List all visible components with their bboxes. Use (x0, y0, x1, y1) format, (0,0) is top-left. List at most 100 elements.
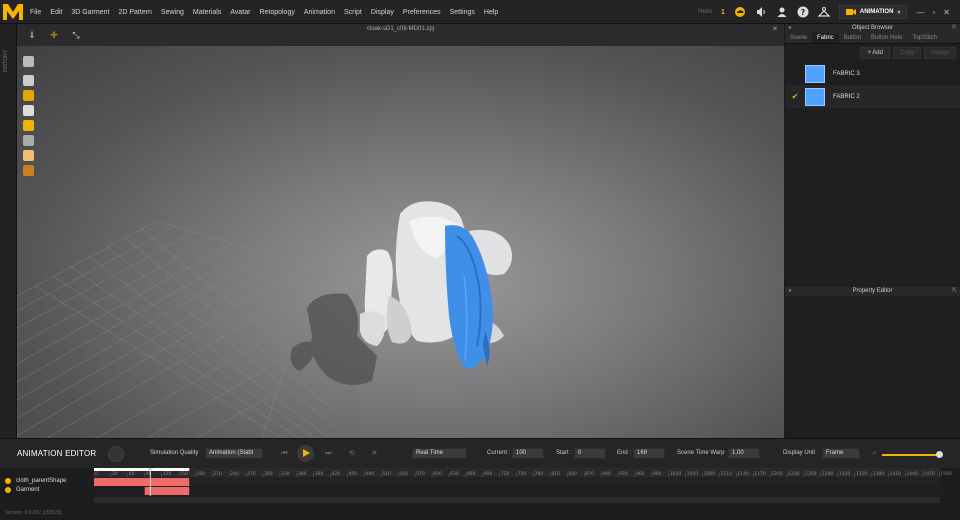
timeline-tick-label: 510 (382, 471, 391, 477)
pin-icon[interactable]: ◂ (788, 24, 791, 33)
timeline-tick-label: 1140 (737, 471, 749, 477)
avatar-tool-7-icon[interactable] (23, 150, 34, 161)
avatar-tool-6-icon[interactable] (23, 135, 34, 146)
timeline-tick-label: 150 (180, 471, 189, 477)
track-name: Garment (16, 487, 40, 493)
timeline-tick-label: 720 (501, 471, 510, 477)
timeline-tick-label: 1020 (670, 471, 682, 477)
close-icon[interactable]: ✕ (943, 8, 950, 17)
fabric-list-item[interactable]: FABRIC 3 (785, 62, 960, 85)
track-label[interactable]: cloth_parentShape (5, 478, 66, 484)
menu-item-avatar[interactable]: Avatar (230, 9, 250, 16)
avatar-tool-8-icon[interactable] (23, 165, 34, 176)
go-to-end-icon[interactable]: ⏭ (323, 448, 334, 459)
current-frame-input[interactable]: 100 (512, 448, 544, 459)
speaker-icon[interactable] (755, 6, 767, 18)
start-frame-input[interactable]: 0 (574, 448, 606, 459)
viewport-toolbar: cloak-sD1_c08-MD01.zpj ⇓ ✛ ⤡ ✕ (17, 24, 784, 46)
hanger-icon[interactable] (817, 6, 831, 18)
display-unit-select[interactable]: Frame (822, 448, 860, 459)
menu-item-settings[interactable]: Settings (450, 9, 475, 16)
timeline-tick-label: 1380 (873, 471, 885, 477)
maximize-icon[interactable]: ▫ (932, 8, 935, 17)
play-button[interactable] (297, 445, 314, 462)
timeline-tick-label: 1260 (805, 471, 817, 477)
pin-icon[interactable]: ◂ (788, 287, 791, 296)
track-label[interactable]: Garment (5, 487, 39, 493)
minimize-icon[interactable]: — (916, 8, 924, 17)
loop-icon[interactable]: ⟲ (346, 448, 357, 459)
end-frame-input[interactable]: 169 (633, 448, 665, 459)
chevron-down-icon: ▾ (897, 9, 901, 16)
history-label[interactable]: HISTORY (3, 50, 9, 72)
menu-item-3d-garment[interactable]: 3D Garment (71, 9, 109, 16)
avatar-tool-4-icon[interactable] (23, 105, 34, 116)
timeline-tick-label: 1080 (704, 471, 716, 477)
move-tool-icon[interactable]: ✛ (47, 29, 61, 41)
file-name: cloak-sD1_c08-MD01.zpj (366, 26, 435, 32)
mode-selector-button[interactable]: ANIMATION ▾ (838, 5, 908, 19)
end-frame-label: End : (617, 450, 632, 456)
track-dot-icon (5, 487, 11, 493)
menu-item-file[interactable]: File (30, 9, 41, 16)
tab-button-hole[interactable]: Button Hole (866, 33, 907, 43)
timeline-canvas[interactable]: 0 30 60 90 120 150 180 210 240 270 300 330 360 390 420… (0, 468, 960, 520)
avatar-tool-2-icon[interactable] (23, 75, 34, 86)
menu-item-display[interactable]: Display (371, 9, 394, 16)
clip-garment (144, 487, 190, 495)
go-to-start-icon[interactable]: ⏮ (279, 448, 290, 459)
fabric-list-item[interactable]: ✔ FABRIC 2 (785, 85, 960, 108)
timeline-scrollbar (94, 497, 940, 503)
cloud-icon[interactable] (734, 6, 746, 18)
time-warp-label: Scene Time Warp (677, 450, 725, 456)
avatar-tool-1-icon[interactable] (23, 56, 34, 67)
3d-viewport[interactable] (17, 46, 784, 438)
playback-mode-select[interactable]: Real Time (412, 448, 467, 459)
tab-fabric[interactable]: Fabric (812, 33, 839, 43)
menu-item-script[interactable]: Script (344, 9, 362, 16)
version-text: Version: 6.0.337 (r33523) (5, 510, 62, 516)
record-button[interactable] (108, 446, 124, 462)
menu-item-retopology[interactable]: Retopology (259, 9, 294, 16)
menu-item-animation[interactable]: Animation (304, 9, 335, 16)
user-icon[interactable] (776, 6, 788, 18)
add-fabric-button[interactable]: + Add (860, 47, 890, 59)
left-side-strip: HISTORY (0, 24, 17, 438)
menu-item-materials[interactable]: Materials (193, 9, 221, 16)
avatar-tool-3-icon[interactable] (23, 90, 34, 101)
tab-scene[interactable]: Scene (785, 33, 812, 43)
timeline-tick-label: 270 (247, 471, 256, 477)
timeline-tick-label: 180 (196, 471, 205, 477)
tab-button[interactable]: Button (839, 33, 866, 43)
menu-item-preferences[interactable]: Preferences (403, 9, 441, 16)
timeline-tick-label: 390 (315, 471, 324, 477)
app-logo-icon (3, 4, 23, 20)
menu-item-sewing[interactable]: Sewing (161, 9, 184, 16)
menu-item-edit[interactable]: Edit (50, 9, 62, 16)
time-warp-input[interactable]: 1.00 (728, 448, 760, 459)
simulation-quality-select[interactable]: Animation (Stabl (205, 448, 263, 459)
select-tool-icon[interactable]: ⇓ (25, 29, 39, 41)
menu-item-help[interactable]: Help (484, 9, 498, 16)
viewport-close-icon[interactable]: ✕ (772, 25, 778, 33)
tab-topstitch[interactable]: TopStitch (907, 33, 942, 43)
popout-icon[interactable]: ⇱ (952, 287, 957, 296)
popout-icon[interactable]: ⇱ (952, 24, 957, 33)
timeline-tick-label: 360 (298, 471, 307, 477)
timeline-tick-label: 1290 (822, 471, 834, 477)
copy-fabric-button[interactable]: Copy (892, 47, 921, 59)
avatar-tools (23, 56, 34, 176)
track-dot-icon (5, 478, 11, 484)
timeline-tick-label: 1350 (856, 471, 868, 477)
timeline-tick-label: 870 (585, 471, 594, 477)
timeline: 0 30 60 90 120 150 180 210 240 270 300 330 360 390 420… (0, 468, 960, 520)
assign-fabric-button[interactable]: Assign (923, 47, 956, 59)
help-icon[interactable]: ? (797, 6, 809, 18)
avatar-tool-5-icon[interactable] (23, 120, 34, 131)
zoom-icon[interactable]: ⌕ (869, 448, 880, 459)
clear-icon[interactable]: ✕ (369, 448, 380, 459)
timeline-tick-label: 1470 (923, 471, 935, 477)
timeline-zoom-slider[interactable] (882, 451, 943, 458)
pin-tool-icon[interactable]: ⤡ (69, 29, 83, 41)
menu-item-2d-pattern[interactable]: 2D Pattern (118, 9, 151, 16)
